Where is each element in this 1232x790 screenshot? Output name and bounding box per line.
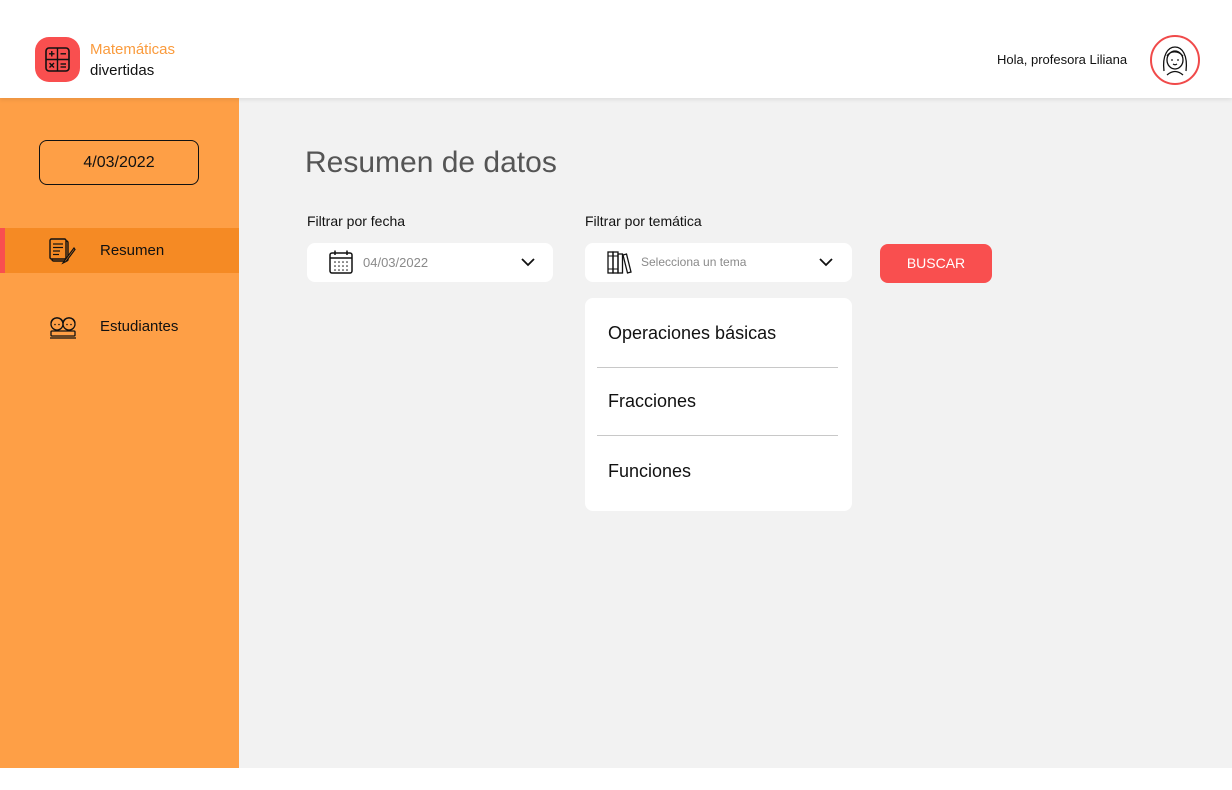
notes-pencil-icon [49, 238, 76, 265]
teacher-avatar-icon[interactable] [1150, 35, 1200, 85]
chevron-down-icon[interactable] [520, 256, 536, 268]
topic-option-label: Fracciones [608, 391, 697, 411]
topic-option-label: Funciones [608, 461, 692, 481]
sidebar-item-label: Estudiantes [100, 318, 179, 335]
date-filter-value: 04/03/2022 [363, 255, 429, 270]
top-header: Matemáticas divertidas Hola, profesora L… [0, 0, 1232, 98]
topic-option-fracciones[interactable]: Fracciones [597, 368, 838, 436]
chevron-down-icon[interactable] [818, 256, 834, 268]
topic-filter-placeholder: Selecciona un tema [641, 255, 747, 269]
brand-name-line1: Matemáticas [90, 41, 176, 58]
topic-filter-select[interactable]: Selecciona un tema [585, 243, 852, 282]
topic-option-operaciones[interactable]: Operaciones básicas [597, 300, 838, 368]
topic-dropdown-menu: Operaciones básicas Fracciones Funciones [585, 298, 852, 511]
footer-strip [0, 768, 1232, 790]
sidebar-item-estudiantes[interactable]: Estudiantes [0, 304, 239, 349]
calendar-icon [329, 250, 353, 274]
page-title: Resumen de datos [305, 146, 557, 179]
main-content: Resumen de datos Filtrar por fecha 04/03… [239, 98, 1232, 768]
calculator-icon[interactable] [35, 37, 80, 82]
students-icon [50, 317, 76, 339]
search-button[interactable]: BUSCAR [880, 244, 992, 283]
topic-option-funciones[interactable]: Funciones [597, 436, 838, 504]
brand-name-line2: divertidas [90, 62, 155, 79]
topic-option-label: Operaciones básicas [608, 323, 777, 343]
sidebar-item-resumen[interactable]: Resumen [0, 228, 239, 273]
sidebar-item-label: Resumen [100, 242, 165, 259]
topic-filter-label: Filtrar por temática [585, 213, 702, 229]
date-filter-label: Filtrar por fecha [307, 213, 406, 229]
current-date-badge: 4/03/2022 [39, 140, 199, 185]
user-greeting: Hola, profesora Liliana [997, 52, 1128, 67]
sidebar: 4/03/2022 Resumen Estudiantes [0, 98, 239, 768]
date-filter-select[interactable]: 04/03/2022 [307, 243, 553, 282]
books-icon [607, 251, 632, 274]
